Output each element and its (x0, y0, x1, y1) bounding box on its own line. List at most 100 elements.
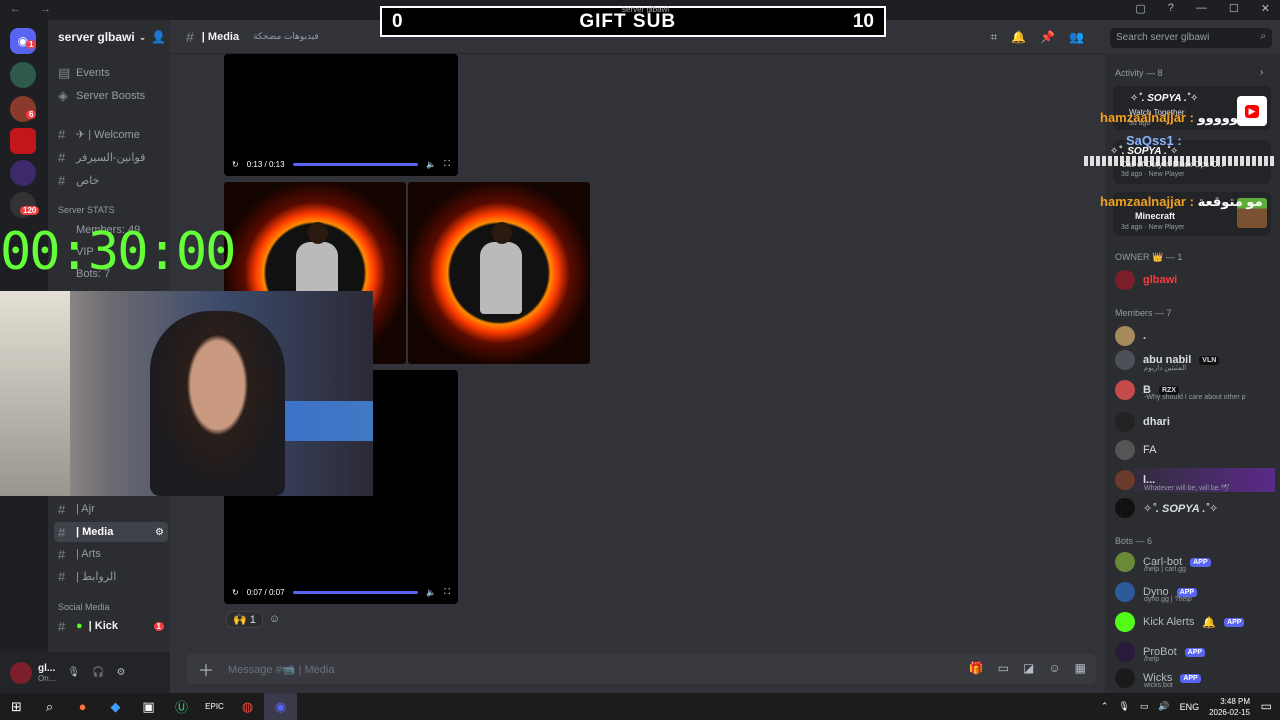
bot-item[interactable]: Carl-bot APP/help | carl.gg (1115, 550, 1275, 574)
threads-icon[interactable]: ⌗ (990, 30, 997, 45)
replay-icon[interactable]: ↻ (232, 588, 239, 597)
image-fire-ring-2[interactable] (408, 182, 590, 364)
headphones-icon[interactable]: 🎧 (92, 667, 104, 678)
attach-plus-icon[interactable]: ＋ (198, 657, 214, 681)
bot-item[interactable]: Kick Alerts 🔔 APP (1115, 610, 1275, 634)
bell-icon: 🔔 (1202, 616, 1217, 629)
member-item[interactable]: dhari (1115, 410, 1275, 434)
video-progress[interactable] (292, 590, 419, 594)
video-progress[interactable] (292, 162, 419, 166)
category-social-media[interactable]: Social Media (58, 602, 110, 612)
network-icon[interactable]: ▭ (1140, 701, 1149, 712)
epic-games-icon[interactable]: EPIC (198, 693, 231, 720)
channel-links[interactable]: # | الروابط (58, 566, 170, 586)
channel-rules[interactable]: # قوانين-السيرفر (58, 147, 170, 167)
copilot-icon[interactable]: ◆ (99, 693, 132, 720)
bot-item[interactable]: ProBot APP/help (1115, 640, 1275, 664)
search-icon[interactable]: ⌕ (33, 693, 66, 720)
tray-chevron-icon[interactable]: ⌃ (1101, 701, 1109, 712)
member-name: glbawi (1143, 274, 1178, 286)
emoji-icon[interactable]: ☺ (1048, 661, 1060, 675)
message-composer[interactable]: ＋ Message #📹 | Media 🎁 ▭ ◪ ☺ ▦ (186, 654, 1096, 684)
channel-private[interactable]: # خاص (58, 170, 170, 190)
server-icon-3[interactable] (10, 128, 36, 154)
discord-taskbar-icon[interactable]: ◉ (264, 693, 297, 720)
image-head (492, 222, 512, 244)
stream-line-1: ✧˚. SOPYA .˚✧ (1130, 93, 1199, 104)
overlay-small-text: server glbawi (622, 5, 670, 14)
notification-icon[interactable]: ▭ (1261, 699, 1272, 713)
member-item[interactable]: . (1115, 324, 1275, 348)
image-head (308, 222, 328, 244)
category-server-stats[interactable]: Server STATS (58, 205, 115, 215)
settings-icon[interactable]: ⚙ (155, 527, 164, 538)
member-item[interactable]: B RZX -Why should I care about other p (1115, 378, 1275, 402)
chevron-right-icon[interactable]: › (1260, 67, 1263, 78)
member-item[interactable]: abu nabil VLN المثبتين داريوم (1115, 348, 1275, 372)
apps-icon[interactable]: ▦ (1075, 661, 1086, 675)
tray-mic-icon[interactable]: 🎙 (1118, 701, 1129, 712)
server-header[interactable]: server glbawi ⌄ 👤 (48, 20, 170, 54)
store-icon[interactable]: ▣ (132, 693, 165, 720)
channel-welcome[interactable]: # ✈ | Welcome (58, 124, 170, 144)
header-toolbar: ⌗ 🔔 📌 👥 (990, 30, 1084, 45)
minimize-icon[interactable]: — (1196, 2, 1207, 15)
server-icon-4[interactable] (10, 160, 36, 186)
help-icon[interactable]: ? (1168, 2, 1174, 15)
invite-icon[interactable]: 👤 (151, 30, 166, 44)
keyboard-lang[interactable]: ENG (1180, 702, 1200, 712)
video-time: 0:13 / 0:13 (246, 159, 285, 169)
channel-media[interactable]: # | Media ⚙ (54, 522, 168, 542)
maximize-icon[interactable]: ☐ (1229, 2, 1239, 15)
channel-topic[interactable]: فيديوهات مضحكة (253, 31, 319, 42)
member-item[interactable]: l... Whatever will be, will be.🕊 (1115, 468, 1275, 492)
channel-events[interactable]: ▤ Events (58, 63, 170, 83)
member-list-icon[interactable]: 👥 (1069, 30, 1084, 45)
server-icon-1[interactable] (10, 62, 36, 88)
channel-label: خاص (76, 174, 100, 187)
channel-kick[interactable]: # ● | Kick 1 (58, 616, 170, 636)
member-owner[interactable]: glbawi (1115, 268, 1275, 292)
bot-item[interactable]: Wicks APP wicks.bot (1115, 666, 1275, 690)
windows-start-icon[interactable]: ⊞ (0, 693, 33, 720)
obs-icon[interactable]: ◍ (231, 693, 264, 720)
firefox-icon[interactable]: ● (66, 693, 99, 720)
bot-item[interactable]: Dyno APP dyno.gg | ?help (1115, 580, 1275, 604)
close-icon[interactable]: ✕ (1261, 2, 1270, 15)
video-player-1[interactable]: ↻ 0:13 / 0:13 🔈 ⛶ (224, 54, 458, 176)
channel-server-boosts[interactable]: ◈ Server Boosts (58, 86, 170, 106)
volume-icon[interactable]: 🔈 (426, 588, 436, 597)
bell-icon[interactable]: 🔔 (1011, 30, 1026, 45)
gif-icon[interactable]: ▭ (998, 661, 1009, 675)
inbox-icon[interactable]: ▢ (1135, 2, 1145, 15)
volume-icon[interactable]: 🔊 (1158, 701, 1169, 712)
add-reaction-icon[interactable]: ☺ (269, 613, 280, 625)
pin-icon[interactable]: 📌 (1040, 30, 1055, 45)
member-name: ✧˚. SOPYA .˚✧ (1143, 502, 1219, 515)
owner-label: OWNER 👑 — 1 (1115, 252, 1183, 262)
server-5-badge: 120 (20, 206, 40, 215)
volume-icon[interactable]: 🔈 (426, 160, 436, 169)
fullscreen-icon[interactable]: ⛶ (444, 587, 450, 597)
microphone-icon[interactable]: 🎙 (67, 667, 80, 678)
gift-sub-overlay: 0 GIFT SUB 10 server glbawi (380, 5, 886, 37)
gift-icon[interactable]: 🎁 (969, 661, 984, 675)
avatar[interactable] (10, 661, 32, 684)
member-item[interactable]: FA (1115, 438, 1275, 462)
user-info[interactable]: gl... On... (38, 663, 55, 683)
fullscreen-icon[interactable]: ⛶ (444, 159, 450, 169)
channel-ajr[interactable]: # | Ajr (58, 499, 170, 519)
server-name: server glbawi (58, 30, 135, 44)
clock[interactable]: 3:48 PM 2026-02-15 (1209, 696, 1250, 718)
search-input[interactable]: Search server glbawi ⌕ (1110, 28, 1272, 48)
window-controls: ▢ ? — ☐ ✕ (1135, 2, 1270, 15)
activity-label: Activity — 8 (1115, 68, 1163, 78)
member-item[interactable]: ✧˚. SOPYA .˚✧ (1115, 496, 1275, 520)
upwork-icon[interactable]: Ⓤ (165, 693, 198, 720)
replay-icon[interactable]: ↻ (232, 160, 239, 169)
nav-arrows[interactable]: ← → (10, 3, 59, 15)
reaction-pill[interactable]: 🙌 1 (226, 610, 263, 628)
sticker-icon[interactable]: ◪ (1023, 661, 1034, 675)
gear-icon[interactable]: ⚙ (117, 667, 126, 678)
channel-arts[interactable]: # | Arts (58, 544, 170, 564)
